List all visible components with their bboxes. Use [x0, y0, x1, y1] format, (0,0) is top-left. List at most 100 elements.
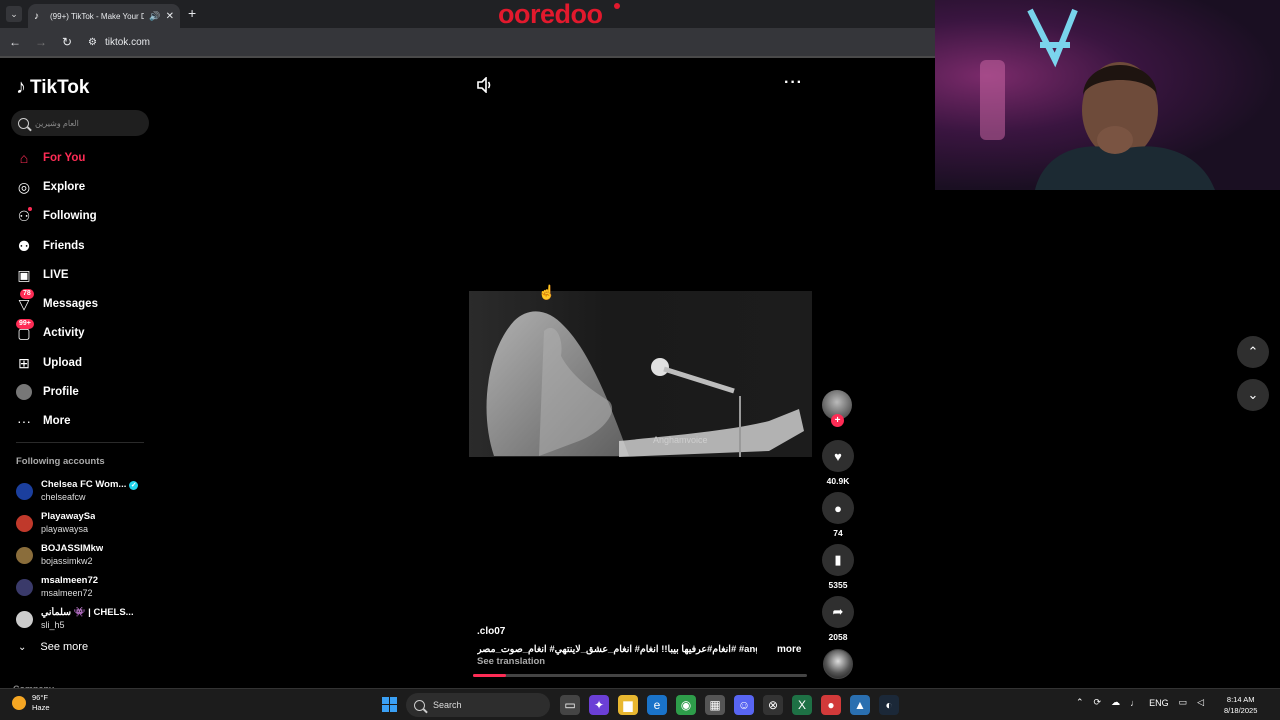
mic-icon[interactable]: ♩	[1130, 698, 1139, 708]
steam-icon[interactable]: ◐	[879, 695, 899, 715]
more-icon: ···	[17, 413, 31, 430]
following-account-item[interactable]: PlayawaySa playawaysa	[16, 507, 156, 539]
file-explorer-icon[interactable]: ▆	[618, 695, 638, 715]
discord-icon[interactable]: ☺	[734, 695, 754, 715]
nav-item-messages[interactable]: ▽ 78 Messages	[0, 289, 160, 318]
tab-title: (99+) TikTok - Make Your Day	[50, 11, 145, 21]
xbox-icon[interactable]: ⊗	[763, 695, 783, 715]
avatar	[16, 546, 33, 564]
tab-search-button[interactable]: ⌄	[6, 6, 22, 22]
chevron-down-icon: ⌄	[1247, 387, 1259, 402]
reload-icon[interactable]: ↻	[56, 35, 78, 49]
next-video-button[interactable]: ⌄	[1237, 379, 1269, 411]
post-username[interactable]: .clo07	[477, 626, 807, 637]
share-button[interactable]: ➦	[822, 596, 854, 628]
nav-item-following[interactable]: ⚇ Following	[0, 202, 160, 231]
logo-text: TikTok	[30, 76, 90, 98]
post-caption: .clo07 انغام#عرفيها بيبا!! انغام# انغام_…	[477, 626, 807, 667]
upload-icon: ⊞	[18, 354, 30, 371]
tiktok-note-icon: ♪	[16, 76, 26, 98]
like-count: 40.9K	[826, 476, 850, 486]
comment-icon: ●	[834, 500, 842, 516]
store-icon[interactable]: ▦	[705, 695, 725, 715]
chrome-icon[interactable]: ◉	[676, 695, 696, 715]
nav-label: Profile	[43, 386, 79, 399]
like-button[interactable]: ♥	[822, 440, 854, 472]
volume-icon[interactable]	[476, 77, 494, 93]
nav-item-more[interactable]: ··· More	[0, 407, 160, 436]
tiktok-logo[interactable]: ♪ TikTok	[16, 76, 89, 99]
task-view-icon[interactable]: ▭	[560, 695, 580, 715]
follow-plus-icon[interactable]: +	[831, 414, 844, 427]
divider	[16, 442, 144, 443]
account-username: playawaysa	[41, 524, 89, 534]
sidebar: ♪ TikTok العام وشيرين ⌂ For You ◎ Explor…	[0, 58, 160, 688]
excel-icon[interactable]: X	[792, 695, 812, 715]
following-account-item[interactable]: Chelsea FC Wom... ✓ chelseafcw	[16, 475, 156, 507]
speaker-icon[interactable]: ◁	[1197, 697, 1204, 708]
following-accounts-title: Following accounts	[16, 456, 105, 467]
weather-condition: Haze	[32, 703, 50, 712]
chevron-up-icon[interactable]: ⌃	[1076, 697, 1084, 708]
nav-item-explore[interactable]: ◎ Explore	[0, 172, 160, 201]
more-options-icon[interactable]: ···	[784, 74, 803, 92]
onedrive-icon[interactable]: ☁	[1111, 697, 1120, 708]
browser-tab[interactable]: ♪ (99+) TikTok - Make Your Day 🔊 ✕	[28, 4, 180, 28]
start-button[interactable]	[382, 697, 397, 712]
more-link[interactable]: more	[777, 644, 801, 655]
video-player[interactable]: Anghamvoice	[469, 291, 812, 457]
webcam-overlay	[935, 0, 1280, 190]
nav-item-live[interactable]: ▣ LIVE	[0, 260, 160, 289]
copilot-icon[interactable]: ✦	[589, 695, 609, 715]
see-translation-link[interactable]: See translation	[477, 656, 545, 667]
music-disc-avatar[interactable]	[823, 649, 853, 679]
edge-icon[interactable]: e	[647, 695, 667, 715]
taskbar-search[interactable]: Search	[406, 693, 550, 717]
search-input[interactable]: العام وشيرين	[11, 110, 149, 136]
new-tab-button[interactable]: +	[188, 6, 196, 20]
search-icon	[414, 699, 425, 711]
chevron-down-icon: ⌄	[18, 641, 27, 653]
language-indicator[interactable]: ENG	[1149, 698, 1169, 708]
clock[interactable]: 8:14 AM 8/18/2025	[1224, 694, 1257, 716]
forward-icon[interactable]: →	[30, 35, 52, 49]
see-more-label: See more	[40, 641, 89, 653]
app-icon[interactable]: ●	[821, 695, 841, 715]
nav-item-for-you[interactable]: ⌂ For You	[0, 143, 160, 172]
nav-item-upload[interactable]: ⊞ Upload	[0, 348, 160, 377]
address-bar: ← → ↻ ⚙ tiktok.com	[0, 28, 935, 56]
windows-logo-icon	[382, 705, 389, 712]
windows-taskbar: 96°F Haze Search ▭ ✦ ▆ e ◉ ▦ ☺ ⊗ X ● ▲ ◐…	[0, 688, 1280, 720]
display-icon[interactable]: ▭	[1179, 697, 1188, 708]
photos-icon[interactable]: ▲	[850, 695, 870, 715]
nav-label: Messages	[43, 298, 98, 311]
url-field[interactable]: tiktok.com	[105, 37, 150, 48]
speaker-icon[interactable]: 🔊	[149, 11, 160, 22]
following-account-item[interactable]: BOJASSIMkw bojassimkw2	[16, 539, 156, 571]
taskbar-apps: ▭ ✦ ▆ e ◉ ▦ ☺ ⊗ X ● ▲ ◐	[560, 695, 899, 715]
sync-icon[interactable]: ⟳	[1094, 697, 1102, 708]
comment-button[interactable]: ●	[822, 492, 854, 524]
following-account-item[interactable]: msalmeen72 msalmeen72	[16, 571, 156, 603]
post-description: انغام#عرفيها بيبا!! انغام# انغام_عشق_لاي…	[477, 644, 757, 655]
see-more-button[interactable]: ⌄ See more	[18, 641, 88, 653]
previous-video-button[interactable]: ⌃	[1237, 336, 1269, 368]
account-username: chelseafcw	[41, 492, 86, 502]
back-icon[interactable]: ←	[4, 35, 26, 49]
account-username: msalmeen72	[41, 588, 93, 598]
weather-temp: 96°F	[32, 693, 48, 702]
following-account-item[interactable]: سلمأني 👾 | CHELS... sli_h5	[16, 603, 156, 635]
account-name: سلمأني 👾 | CHELS...	[41, 607, 134, 618]
avatar	[16, 578, 33, 596]
video-progress-bar[interactable]	[473, 674, 807, 677]
close-tab-icon[interactable]: ✕	[166, 11, 174, 22]
sun-icon	[12, 696, 26, 710]
site-info-icon[interactable]: ⚙	[88, 37, 97, 48]
nav-item-profile[interactable]: Profile	[0, 377, 160, 406]
save-button[interactable]: ▮	[822, 544, 854, 576]
share-count: 2058	[828, 632, 848, 642]
progress-fill	[473, 674, 507, 677]
nav-item-friends[interactable]: ⚉ Friends	[0, 231, 160, 260]
nav-item-activity[interactable]: ▢ 99+ Activity	[0, 318, 160, 348]
weather-widget[interactable]: 96°F Haze	[12, 693, 50, 713]
